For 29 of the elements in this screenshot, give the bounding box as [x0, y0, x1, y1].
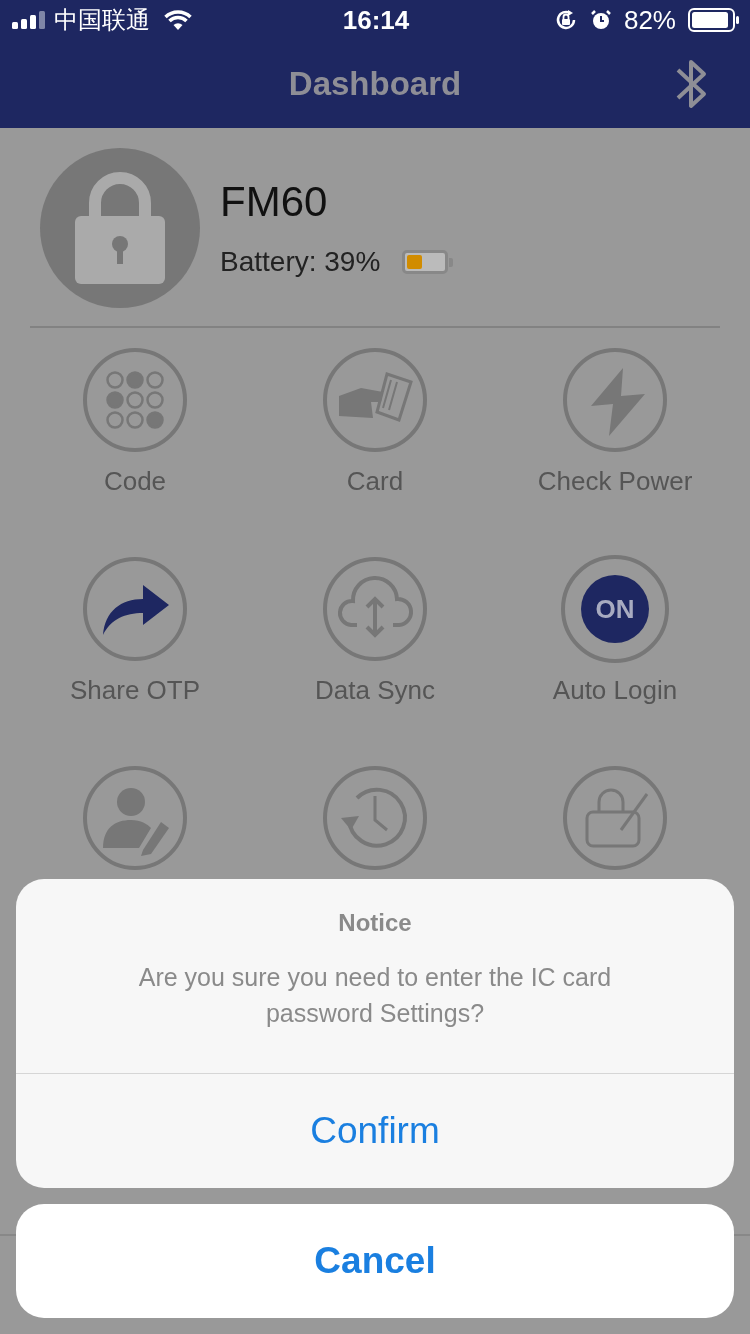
tile-label: Check Power [537, 466, 693, 497]
cloud-sync-icon[interactable] [321, 555, 429, 663]
history-icon[interactable] [321, 764, 429, 872]
signal-icon [12, 11, 46, 29]
device-name: FM60 [220, 178, 329, 226]
toggle-on-icon[interactable]: ON [561, 555, 669, 663]
keypad-icon[interactable] [81, 346, 189, 454]
status-time: 16:14 [342, 4, 410, 36]
tile-label: Auto Login [552, 675, 678, 706]
alarm-icon [589, 9, 612, 31]
cancel-button[interactable]: Cancel [16, 1204, 734, 1318]
confirm-button[interactable]: Confirm [16, 1074, 734, 1188]
battery-label: Battery: 39% [220, 246, 381, 278]
tile-label: Share OTP [69, 675, 201, 706]
dialog-title: Notice [338, 909, 412, 937]
lightning-icon[interactable] [561, 346, 669, 454]
battery-percent: 82% [623, 4, 676, 36]
page-title: Dashboard [288, 65, 462, 103]
tile-label: Code [103, 466, 167, 497]
tile-label: Card [346, 466, 404, 497]
user-edit-icon[interactable] [81, 764, 189, 872]
battery-icon [688, 8, 740, 32]
dialog-message: Are you sure you need to enter the IC card password Settings? [137, 962, 613, 1029]
lock-edit-icon[interactable] [561, 764, 669, 872]
wifi-icon [164, 10, 192, 30]
tile-label: Data Sync [315, 675, 435, 706]
lock-avatar-icon [40, 148, 200, 308]
hand-card-icon[interactable] [321, 346, 429, 454]
carrier-name: 中国联通 [54, 5, 150, 35]
